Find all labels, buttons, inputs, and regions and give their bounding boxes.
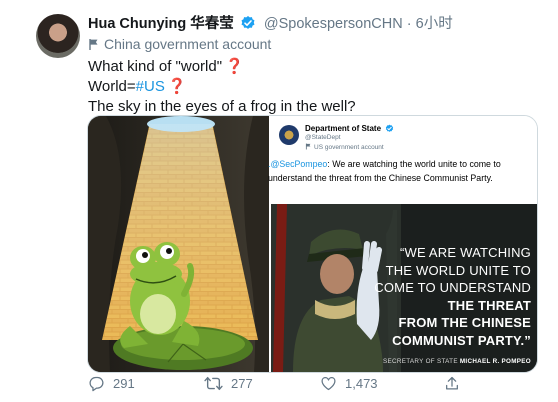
avatar[interactable] <box>36 14 80 58</box>
like-count: 1,473 <box>345 376 378 391</box>
tweet-actions: 291 277 1,473 <box>88 375 468 395</box>
tweet-timestamp[interactable]: 6小时 <box>416 16 453 32</box>
quote-line-5: FROM THE CHINESE <box>398 315 531 330</box>
quote-line-3: COME TO UNDERSTAND <box>374 280 531 295</box>
author-name[interactable]: Hua Chunying 华春莹 <box>88 16 234 32</box>
red-question-mark-icon: ❓ <box>167 78 187 95</box>
verified-badge-icon <box>240 15 256 35</box>
department-seal-icon <box>279 125 299 145</box>
embedded-author-handle: @StateDept <box>305 134 341 141</box>
reply-button[interactable]: 291 <box>88 375 135 392</box>
flag-icon <box>89 39 98 50</box>
embedded-tweet-text: .@SecPompeo: We are watching the world u… <box>268 158 536 185</box>
verified-badge-icon <box>385 124 394 135</box>
tweet-line-3: The sky in the eyes of a frog in the wel… <box>88 98 356 115</box>
quote-line-6: COMMUNIST PARTY.” <box>392 332 531 348</box>
account-label: China government account <box>88 36 271 52</box>
reply-count: 291 <box>113 376 135 391</box>
tweet-line-2-prefix: World= <box>88 78 136 95</box>
attribution-name: MICHAEL R. POMPEO <box>459 358 531 365</box>
separator-dot: · <box>406 16 412 32</box>
flag-icon <box>305 143 311 150</box>
tweet-header: Hua Chunying 华春莹 @SpokespersonCHN · 6小时 <box>88 12 453 35</box>
hashtag-link[interactable]: #US <box>136 78 165 95</box>
embedded-author-name-text: Department of State <box>305 124 382 133</box>
retweet-icon <box>204 376 223 391</box>
retweet-button[interactable]: 277 <box>204 375 253 392</box>
attribution-title: SECRETARY OF STATE <box>383 358 458 365</box>
retweet-count: 277 <box>231 376 253 391</box>
mention-link: .@SecPompeo <box>268 159 328 169</box>
quote-line-1: “WE ARE WATCHING <box>399 245 531 260</box>
tweet-media[interactable]: Department of State @StateDept US govern… <box>87 115 538 373</box>
author-handle[interactable]: @SpokespersonCHN <box>264 16 403 32</box>
share-icon <box>446 376 458 390</box>
quote-line-4: THE THREAT <box>447 297 531 313</box>
like-button[interactable]: 1,473 <box>320 375 378 392</box>
tweet-text: What kind of "world" ❓ World=#US ❓ The sky… <box>88 57 356 117</box>
embedded-account-label: US government account <box>305 143 384 151</box>
frog-in-well-illustration[interactable] <box>88 116 269 372</box>
embedded-account-label-text: US government account <box>314 144 384 151</box>
red-question-mark-icon: ❓ <box>225 58 244 75</box>
share-button[interactable] <box>444 375 468 392</box>
heart-icon <box>321 377 336 391</box>
quote-overlay: “WE ARE WATCHING THE WORLD UNITE TO COME… <box>371 244 531 349</box>
quote-attribution: SECRETARY OF STATE MICHAEL R. POMPEO <box>383 358 531 365</box>
embedded-tweet[interactable]: Department of State @StateDept US govern… <box>268 116 537 372</box>
pompeo-quote-image: “WE ARE WATCHING THE WORLD UNITE TO COME… <box>271 204 537 372</box>
account-label-text: China government account <box>104 36 272 52</box>
tweet-line-1: What kind of "world" <box>88 58 223 75</box>
quote-line-2: THE WORLD UNITE TO <box>385 262 531 278</box>
reply-icon <box>89 376 104 392</box>
